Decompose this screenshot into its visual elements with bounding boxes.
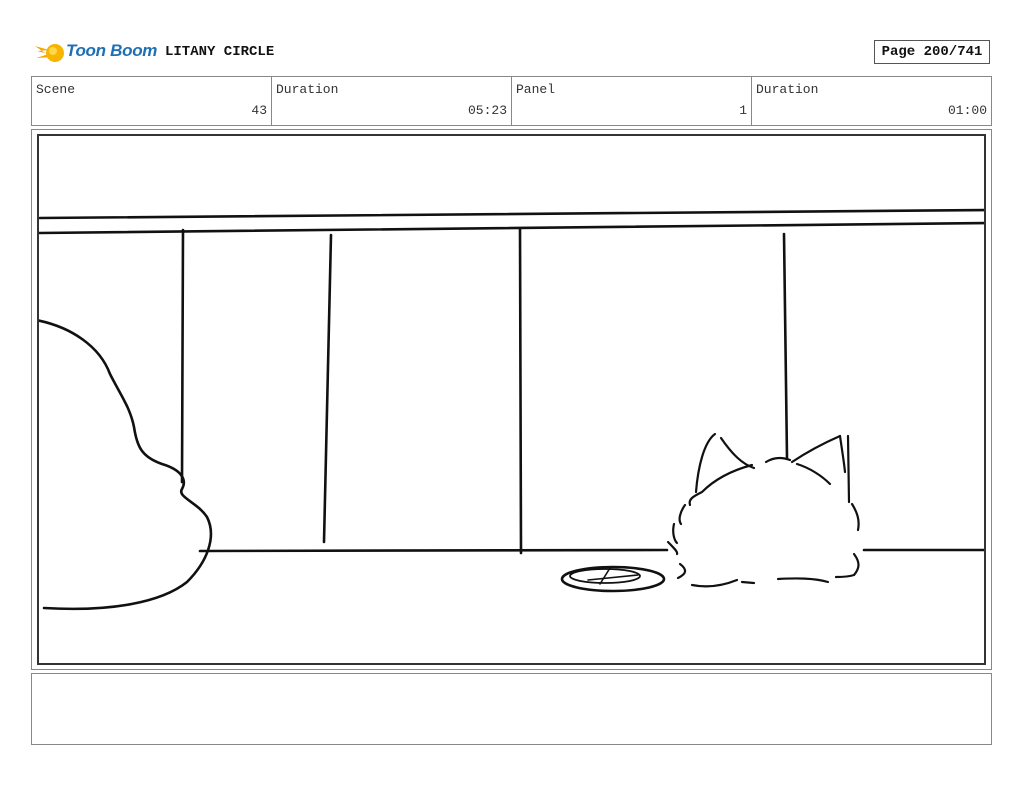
- panel-cell: Panel 1: [512, 77, 752, 125]
- scene-info-row: Scene 43 Duration 05:23 Panel 1 Duration…: [31, 76, 992, 126]
- scene-label: Scene: [36, 82, 76, 97]
- scene-duration-cell: Duration 05:23: [272, 77, 512, 125]
- toon-boom-logo: Toon Boom: [33, 36, 158, 68]
- floor-line-left: [198, 548, 669, 553]
- scene-cell: Scene 43: [32, 77, 272, 125]
- storyboard-panel-image: [37, 134, 986, 665]
- logo-text: Toon Boom: [66, 41, 158, 60]
- panel-notes-box: [31, 673, 992, 745]
- panel-sketch: [39, 208, 984, 611]
- panel-label: Panel: [516, 82, 556, 97]
- wall-line-2: [322, 233, 333, 544]
- wall-line-1: [180, 228, 185, 484]
- page-number: Page 200/741: [874, 40, 990, 64]
- scene-duration-label: Duration: [276, 82, 339, 97]
- dish: [560, 565, 666, 593]
- molding-line-lower: [39, 221, 984, 235]
- panel-value: 1: [739, 103, 747, 118]
- wall-line-4: [782, 232, 789, 460]
- molding-line-upper: [39, 208, 984, 220]
- foreground-silhouette: [39, 319, 213, 611]
- panel-duration-cell: Duration 01:00: [752, 77, 991, 125]
- panel-duration-value: 01:00: [947, 103, 987, 118]
- scene-value: 43: [251, 103, 267, 118]
- scene-duration-value: 05:23: [467, 103, 507, 118]
- wall-line-3: [518, 227, 523, 555]
- panel-duration-label: Duration: [756, 82, 819, 97]
- comet-icon: [35, 44, 64, 62]
- project-title: LITANY CIRCLE: [165, 44, 275, 60]
- cat: [666, 432, 860, 588]
